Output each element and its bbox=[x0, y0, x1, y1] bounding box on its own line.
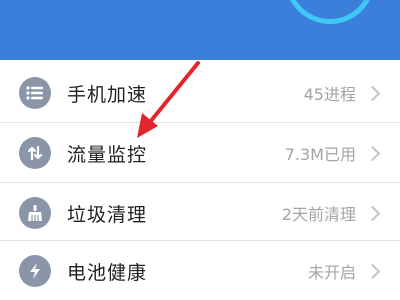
row-value: 2天前清理 bbox=[281, 205, 356, 224]
row-value: 未开启 bbox=[307, 263, 356, 282]
traffic-arrows-icon bbox=[19, 137, 51, 169]
chevron-right-icon bbox=[364, 263, 381, 279]
row-label: 流量监控 bbox=[67, 143, 148, 166]
list-item-traffic-monitor[interactable]: 流量监控 7.3M已用 bbox=[0, 123, 400, 183]
list-item-junk-clean[interactable]: 垃圾清理 2天前清理 bbox=[0, 183, 400, 243]
chevron-right-icon bbox=[364, 145, 381, 161]
list-icon bbox=[19, 77, 51, 109]
row-label: 垃圾清理 bbox=[67, 203, 148, 226]
tools-list: 手机加速 45进程 流量监控 7.3M已用 垃圾清理 2天前清理 电池健康 未开… bbox=[0, 60, 400, 300]
row-label: 电池健康 bbox=[67, 261, 148, 284]
header-banner bbox=[0, 0, 400, 60]
list-item-battery-health[interactable]: 电池健康 未开启 bbox=[0, 241, 400, 300]
chevron-right-icon bbox=[364, 205, 381, 221]
lightning-icon bbox=[19, 255, 51, 287]
broom-icon bbox=[19, 197, 51, 229]
app-screen: 手机加速 45进程 流量监控 7.3M已用 垃圾清理 2天前清理 电池健康 未开… bbox=[0, 0, 400, 300]
header-dial-ring bbox=[285, 0, 375, 24]
row-label: 手机加速 bbox=[67, 83, 148, 106]
chevron-right-icon bbox=[364, 85, 381, 101]
row-value: 45进程 bbox=[303, 85, 356, 104]
row-value: 7.3M已用 bbox=[284, 145, 356, 164]
list-item-phone-boost[interactable]: 手机加速 45进程 bbox=[0, 63, 400, 123]
